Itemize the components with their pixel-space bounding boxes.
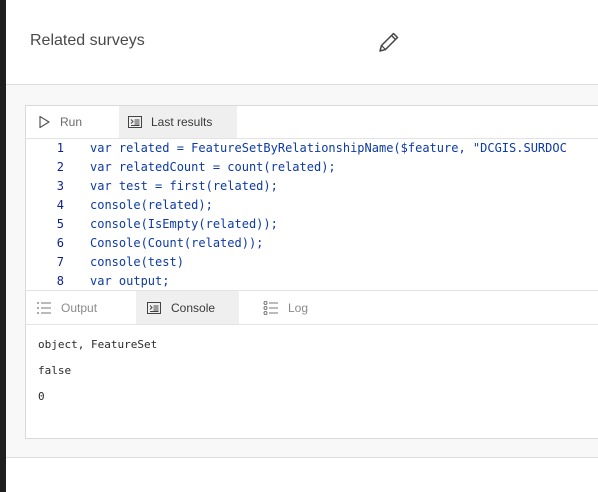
pencil-icon[interactable] (376, 29, 402, 55)
results-tabs: Output Console Log (26, 290, 598, 325)
line-number: 5 (56, 217, 64, 231)
editor-toolbar: Run Last results (26, 106, 598, 139)
line-code: var related = FeatureSetByRelationshipNa… (90, 141, 567, 155)
code-line: 5 console(IsEmpty(related)); (26, 215, 598, 234)
arcade-editor: Run Last results 1 var related = FeatureS… (25, 105, 598, 439)
code-line: 3 var test = first(related); (26, 177, 598, 196)
code-editor[interactable]: 1 var related = FeatureSetByRelationshipN… (26, 139, 598, 290)
line-code: console(related); (90, 198, 213, 212)
line-code: var output; (90, 274, 170, 288)
output-list-icon (36, 300, 52, 316)
line-number: 6 (56, 236, 64, 250)
line-number: 7 (56, 255, 64, 269)
code-line: 6 Console(Count(related)); (26, 234, 598, 253)
related-surveys-panel: Related surveys Run Last results 1 var r… (6, 0, 598, 492)
code-line: 4 console(related); (26, 196, 598, 215)
tab-console-label: Console (171, 300, 216, 315)
run-label: Run (60, 115, 83, 129)
line-code: var relatedCount = count(related); (90, 160, 336, 174)
line-code: Console(Count(related)); (90, 236, 264, 250)
console-line: false (38, 364, 72, 377)
play-icon (36, 114, 52, 130)
code-line: 8 var output; (26, 272, 598, 290)
divider (6, 457, 598, 458)
code-line: 2 var relatedCount = count(related); (26, 158, 598, 177)
line-number: 2 (56, 160, 64, 174)
line-number: 3 (56, 179, 64, 193)
results-icon (127, 114, 143, 130)
last-results-button[interactable]: Last results (119, 106, 237, 138)
tab-output-label: Output (61, 300, 98, 315)
line-number: 4 (56, 198, 64, 212)
line-number: 1 (56, 141, 64, 155)
panel-header: Related surveys (6, 0, 598, 85)
tab-log[interactable]: Log (253, 291, 333, 324)
tab-log-label: Log (288, 300, 309, 315)
console-icon (146, 300, 162, 316)
run-button[interactable]: Run (26, 106, 119, 138)
code-line: 7 console(test) (26, 253, 598, 272)
line-code: console(test) (90, 255, 184, 269)
line-code: console(IsEmpty(related)); (90, 217, 278, 231)
tab-console[interactable]: Console (136, 291, 239, 324)
code-line: 1 var related = FeatureSetByRelationshipN… (26, 139, 598, 158)
panel-title: Related surveys (30, 32, 145, 49)
line-number: 8 (56, 274, 64, 288)
last-results-label: Last results (151, 115, 213, 129)
line-code: var test = first(related); (90, 179, 278, 193)
log-icon (263, 300, 279, 316)
console-line: 0 (38, 390, 45, 403)
console-output: object, FeatureSet false 0 (26, 324, 598, 438)
tab-output[interactable]: Output (26, 291, 136, 324)
console-line: object, FeatureSet (38, 338, 158, 351)
